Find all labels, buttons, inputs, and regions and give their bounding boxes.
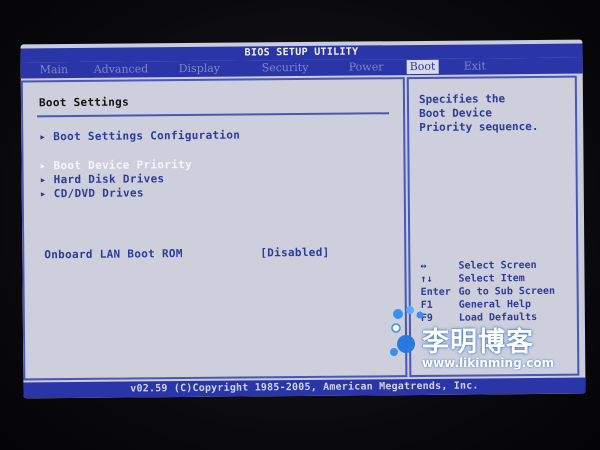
- help-description: Specifies the Boot Device Priority seque…: [419, 92, 569, 135]
- item-label: CD/DVD Drives: [53, 186, 144, 201]
- menu-item-boot-settings-configuration[interactable]: ▸ Boot Settings Configuration: [39, 129, 240, 144]
- triangle-right-icon: ▸: [39, 130, 47, 144]
- item-label: Boot Settings Configuration: [53, 128, 241, 144]
- copyright-footer: v02.59 (C)Copyright 1985-2005, American …: [23, 377, 586, 399]
- tab-advanced[interactable]: Advanced: [91, 62, 152, 77]
- tab-security[interactable]: Security: [259, 61, 312, 75]
- tab-main[interactable]: Main: [37, 63, 72, 77]
- watermark-text: 李明博客: [422, 327, 534, 358]
- up-down-arrow-icon: ↑↓: [420, 273, 433, 285]
- watermark-url: www.likinming.com: [422, 356, 555, 370]
- item-label: Boot Device Priority: [53, 157, 193, 173]
- tab-exit[interactable]: Exit: [461, 59, 489, 73]
- help-line: Priority sequence.: [419, 119, 539, 134]
- tab-boot[interactable]: Boot: [406, 59, 439, 75]
- key-desc: Select Screen: [458, 259, 537, 272]
- triangle-right-icon: ▸: [39, 187, 47, 201]
- key-desc: Go to Sub Screen: [458, 285, 556, 298]
- key-name: Enter: [420, 286, 451, 298]
- key-hint-select-screen: ↔ Select Screen: [420, 260, 536, 273]
- option-label-onboard-lan-boot-rom: Onboard LAN Boot ROM: [44, 247, 183, 262]
- triangle-right-icon: ▸: [39, 173, 47, 187]
- key-desc: Select Item: [458, 273, 525, 285]
- key-hint-select-item: ↑↓ Select Item: [420, 273, 524, 286]
- triangle-right-icon: ▸: [39, 159, 47, 173]
- key-hint-enter: Enter Go to Sub Screen: [421, 286, 555, 299]
- item-label: Hard Disk Drives: [53, 172, 165, 187]
- tab-power[interactable]: Power: [346, 60, 387, 74]
- tab-display[interactable]: Display: [176, 62, 223, 76]
- watermark: 李明博客 www.likinming.com: [388, 304, 560, 378]
- menu-item-hard-disk-drives[interactable]: ▸ Hard Disk Drives: [40, 172, 165, 186]
- help-line: Specifies the: [418, 92, 506, 106]
- main-panel: Boot Settings ▸ Boot Settings Configurati…: [20, 77, 408, 381]
- section-title: Boot Settings: [38, 95, 130, 110]
- option-value-onboard-lan-boot-rom[interactable]: [Disabled]: [260, 246, 329, 260]
- help-line: Boot Device: [419, 106, 492, 120]
- left-right-arrow-icon: ↔: [420, 260, 427, 272]
- menu-item-boot-device-priority[interactable]: ▸ Boot Device Priority: [39, 158, 192, 172]
- menu-item-cd-dvd-drives[interactable]: ▸ CD/DVD Drives: [40, 186, 144, 200]
- divider: [37, 112, 390, 118]
